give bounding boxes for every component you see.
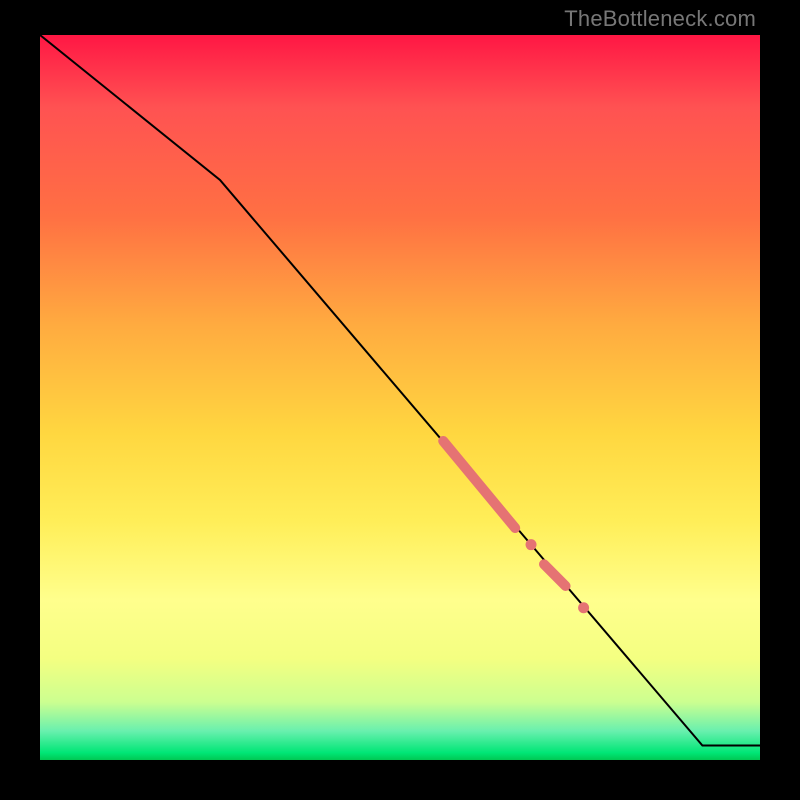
chart-overlay	[40, 35, 760, 760]
highlight-layer	[443, 441, 589, 613]
data-curve	[40, 35, 760, 746]
watermark-text: TheBottleneck.com	[564, 6, 756, 32]
highlight-segment	[443, 441, 515, 528]
highlight-segment	[544, 564, 566, 586]
chart-container: TheBottleneck.com	[0, 0, 800, 800]
highlight-point	[578, 602, 589, 613]
highlight-point	[526, 539, 537, 550]
